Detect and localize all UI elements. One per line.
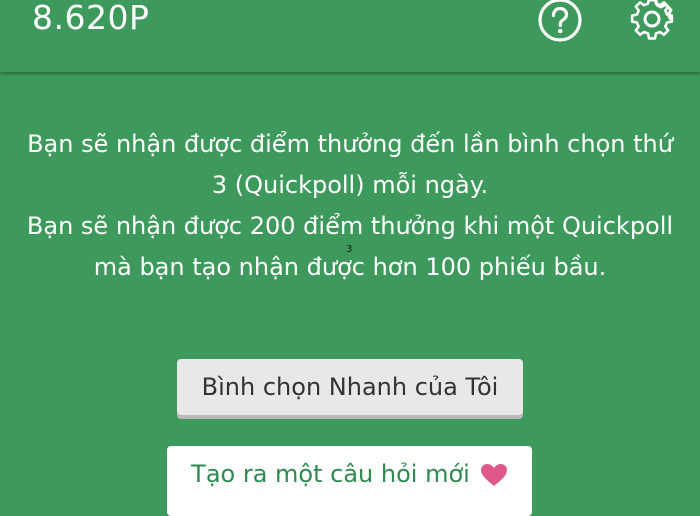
- position-marker: 3: [346, 244, 353, 255]
- gear-icon: [628, 0, 676, 49]
- reward-info: Bạn sẽ nhận được điểm thưởng đến lần bìn…: [20, 124, 680, 288]
- create-question-label: Tạo ra một câu hỏi mới: [191, 460, 470, 488]
- main-content: Bạn sẽ nhận được điểm thưởng đến lần bìn…: [0, 72, 700, 516]
- settings-button[interactable]: [628, 0, 676, 46]
- create-question-button[interactable]: Tạo ra một câu hỏi mới: [167, 446, 532, 516]
- help-circle-icon: [537, 0, 583, 48]
- points-balance: 8.620P: [32, 0, 150, 37]
- my-quickpolls-button[interactable]: Bình chọn Nhanh của Tôi: [177, 359, 523, 415]
- top-bar: 8.620P: [0, 0, 700, 72]
- reward-info-daily: Bạn sẽ nhận được điểm thưởng đến lần bìn…: [27, 130, 673, 199]
- heart-icon: [480, 463, 508, 487]
- help-button[interactable]: [536, 0, 584, 46]
